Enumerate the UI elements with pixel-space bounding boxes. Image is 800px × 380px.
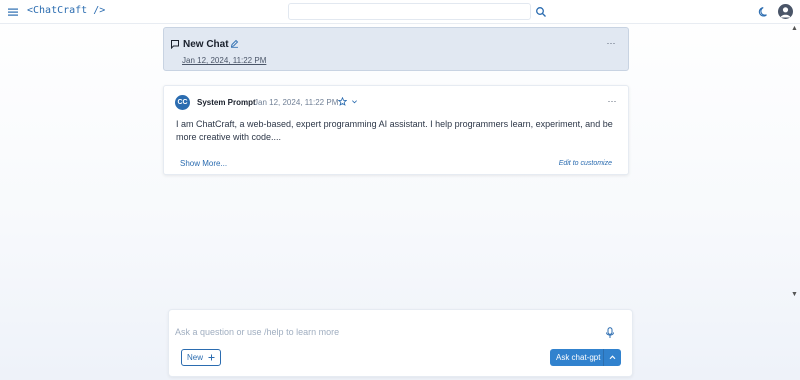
new-chat-button[interactable]: New <box>181 349 221 366</box>
plus-icon <box>208 354 215 361</box>
chevron-up-icon <box>609 355 616 360</box>
chat-title: New Chat <box>183 39 229 50</box>
chat-bubble-icon <box>171 40 179 49</box>
edit-to-customize-link[interactable]: Edit to customize <box>559 160 612 167</box>
message-date: Jan 12, 2024, 11:22 PM <box>254 98 339 107</box>
app-brand[interactable]: <ChatCraft /> <box>27 5 105 16</box>
top-bar: <ChatCraft /> <box>0 0 800 24</box>
prompt-composer: New Ask chat-gpt <box>168 309 633 377</box>
search-icon[interactable] <box>535 6 547 18</box>
new-chat-label: New <box>186 353 203 362</box>
model-select-toggle[interactable] <box>603 349 621 366</box>
message-body: I am ChatCraft, a web-based, expert prog… <box>176 119 613 142</box>
show-more-link[interactable]: Show More... <box>180 159 227 168</box>
user-avatar-icon[interactable] <box>778 4 793 19</box>
pencil-icon[interactable] <box>230 39 239 48</box>
hamburger-menu-icon[interactable] <box>7 6 19 18</box>
search-input[interactable] <box>288 3 531 20</box>
microphone-icon[interactable] <box>605 327 615 339</box>
message-author: System Prompt <box>197 98 256 107</box>
message-more-options-icon[interactable]: ··· <box>605 97 619 106</box>
chat-more-options-icon[interactable]: ··· <box>604 39 618 48</box>
system-prompt-message: CC System Prompt Jan 12, 2024, 11:22 PM … <box>163 85 629 175</box>
chat-header-card: New Chat Jan 12, 2024, 11:22 PM ··· <box>163 27 629 71</box>
moon-icon[interactable] <box>758 6 770 18</box>
chat-date-link[interactable]: Jan 12, 2024, 11:22 PM <box>182 56 266 65</box>
ask-model-button[interactable]: Ask chat-gpt <box>550 349 621 366</box>
ask-model-label: Ask chat-gpt <box>556 353 601 362</box>
star-outline-icon[interactable] <box>338 97 347 106</box>
chevron-down-icon[interactable] <box>351 98 358 105</box>
prompt-input[interactable] <box>175 324 595 339</box>
scroll-down-arrow[interactable]: ▼ <box>791 291 798 298</box>
scroll-up-arrow[interactable]: ▲ <box>791 25 798 32</box>
message-avatar: CC <box>175 95 190 110</box>
